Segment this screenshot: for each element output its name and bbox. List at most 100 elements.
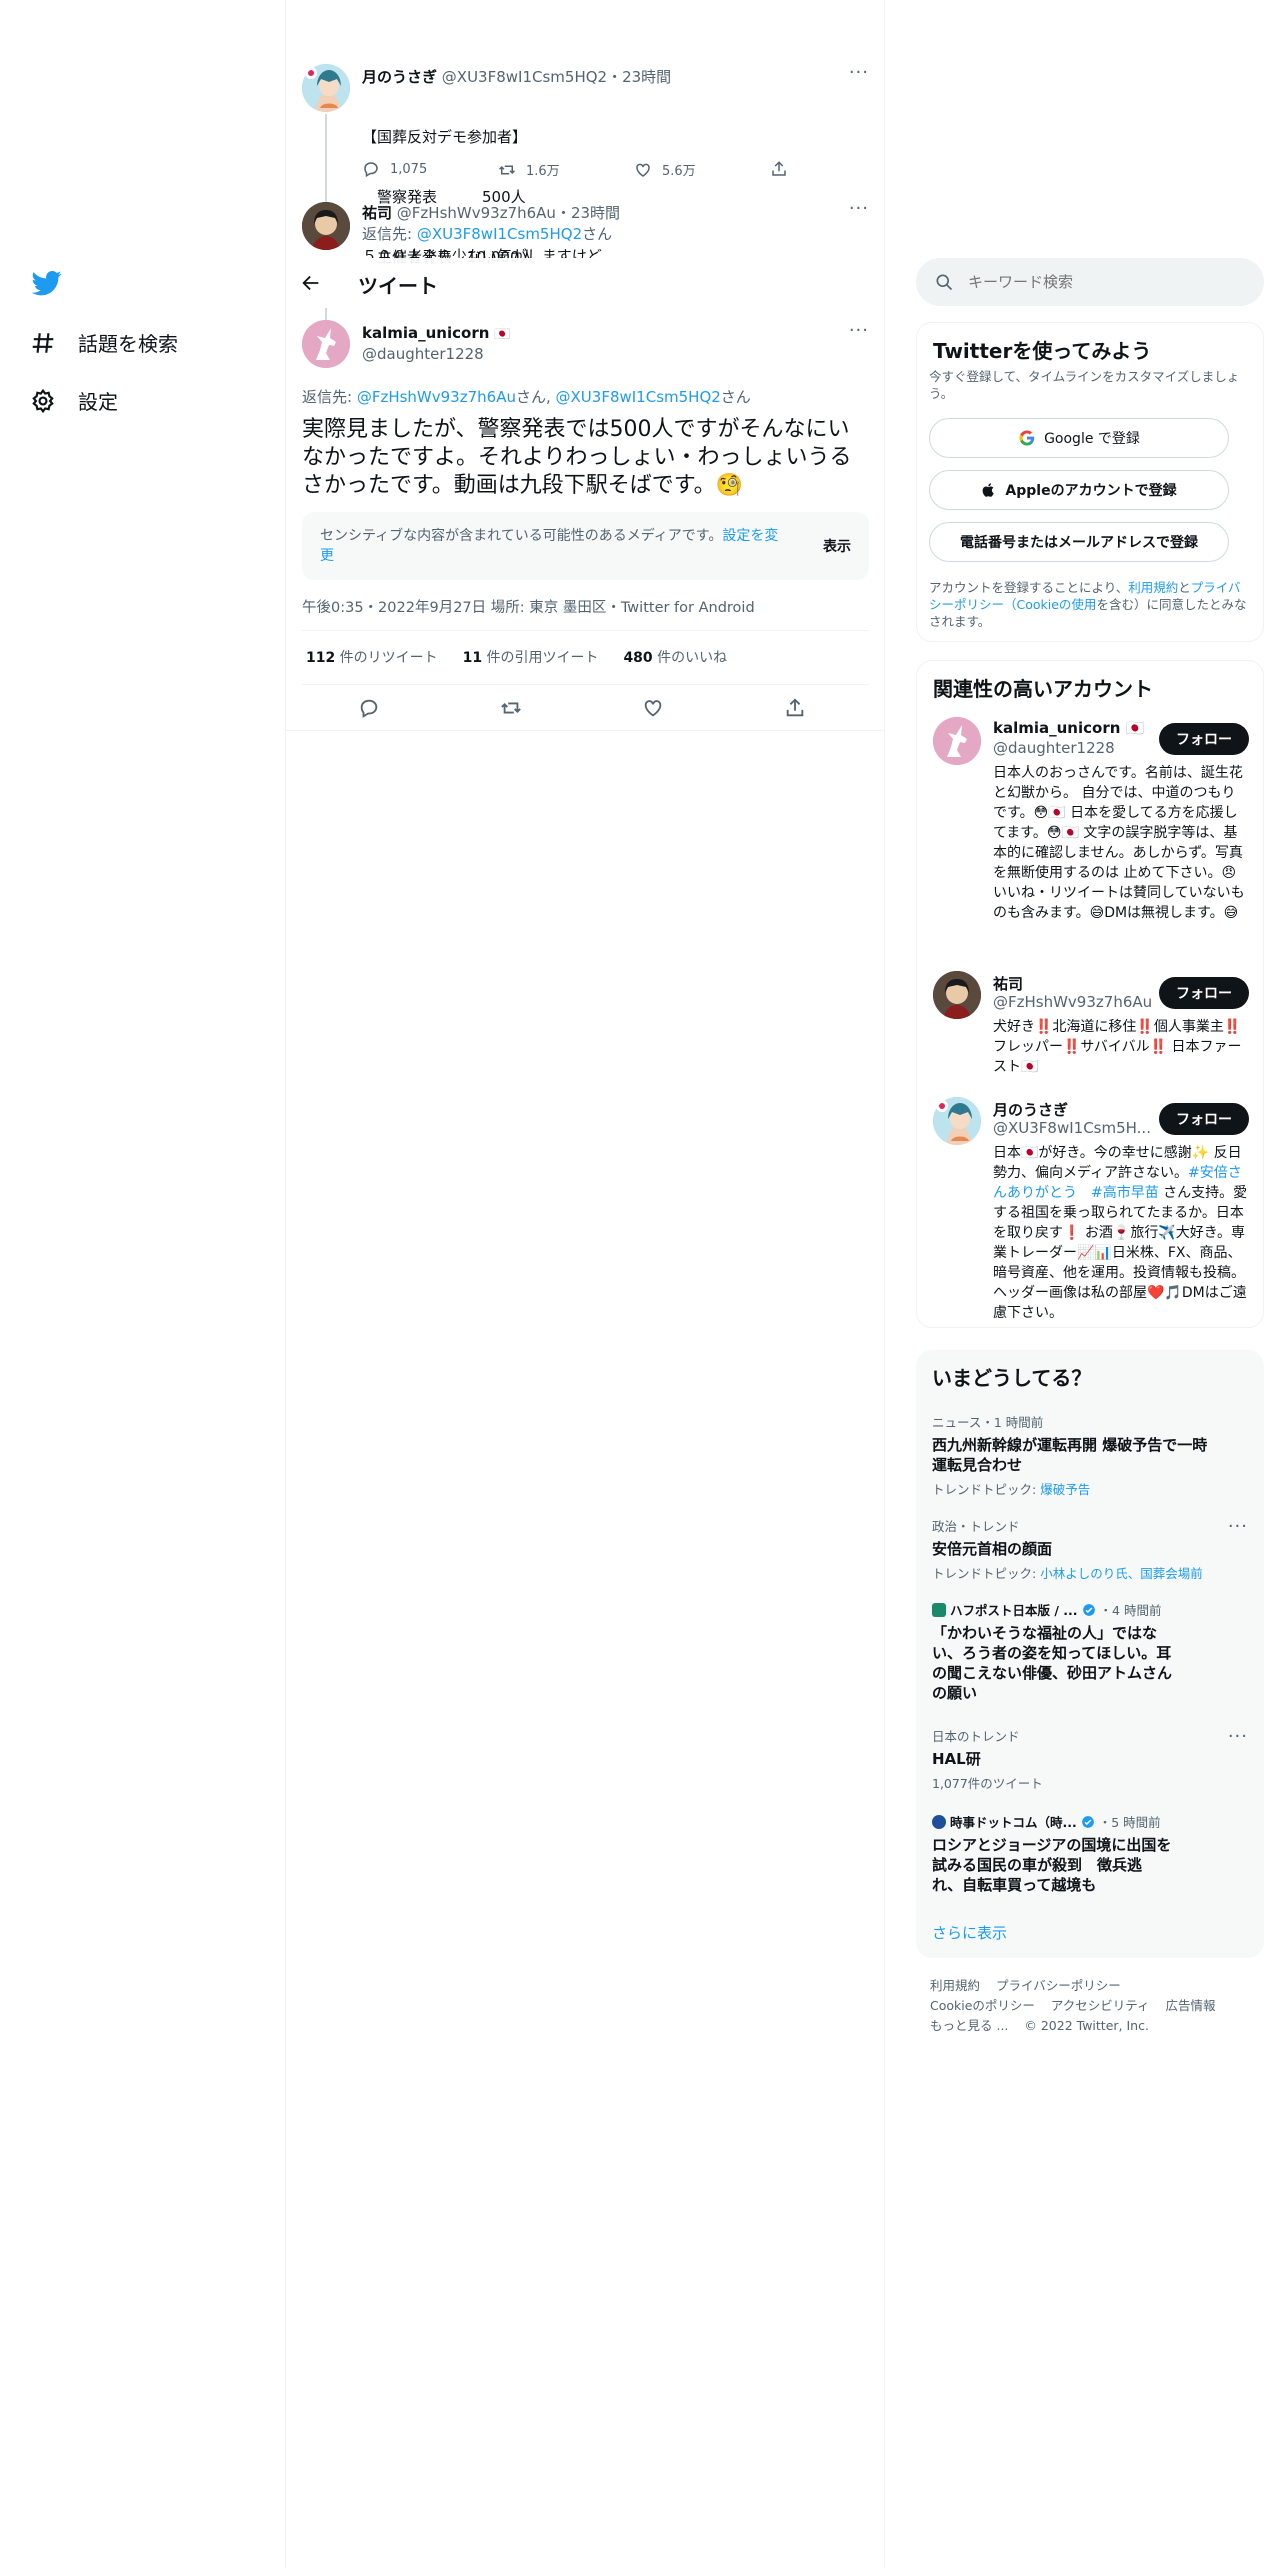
related-account[interactable]: kalmia_unicorn 🇯🇵 @daughter1228 フォロー 日本人… (917, 717, 1265, 947)
like-button[interactable]: 5.6万 (634, 160, 696, 179)
trend-meta: 日本のトレンド (932, 1729, 1020, 1744)
avatar[interactable] (933, 971, 981, 1019)
reply-to-link[interactable]: @XU3F8wI1Csm5HQ2 (556, 388, 721, 406)
trend-title: 「かわいそうな福祉の人」ではない、ろう者の姿を知ってほしい。耳の聞こえない俳優、… (932, 1624, 1173, 1702)
account-bio: 日本🇯🇵が好き。今の幸せに感謝✨ 反日勢力、偏向メディア許さない。#安倍さんあり… (993, 1145, 1248, 1321)
hashtag-icon (30, 330, 56, 356)
more-icon[interactable]: ··· (1228, 1516, 1248, 1537)
search-box[interactable] (916, 258, 1264, 306)
reply-icon[interactable] (358, 697, 380, 719)
author-handle[interactable]: @FzHshWv93z7h6Au (397, 204, 556, 222)
more-icon[interactable]: ··· (1228, 1726, 1248, 1747)
share-icon[interactable] (784, 697, 806, 719)
divider (302, 630, 869, 631)
show-more-link[interactable]: さらに表示 (932, 1922, 1007, 1943)
footer-more-link[interactable]: もっと見る ... (930, 2018, 1008, 2033)
trend-source: ハフポスト日本版 / ... (950, 1603, 1078, 1618)
tweet-meta[interactable]: 午後0:35・2022年9月27日 場所: 東京 墨田区・Twitter for… (302, 596, 755, 617)
trend-item[interactable]: ハフポスト日本版 / ... ・4 時間前 「かわいそうな福祉の人」ではない、ろ… (932, 1600, 1212, 1703)
account-name[interactable]: 月のうさぎ (993, 1099, 1068, 1120)
apple-signup-label: Appleのアカウントで登録 (1005, 483, 1177, 499)
author-handle[interactable]: @XU3F8wI1Csm5HQ2 (442, 68, 607, 86)
avatar[interactable] (302, 202, 350, 250)
apple-signup-button[interactable]: Appleのアカウントで登録 (929, 470, 1229, 510)
more-icon[interactable]: ··· (849, 320, 869, 341)
phone-email-signup-button[interactable]: 電話番号またはメールアドレスで登録 (929, 522, 1229, 562)
trend-item[interactable]: 時事ドットコム（時... ・5 時間前 ロシアとジョージアの国境に出国を試みる国… (932, 1812, 1212, 1895)
trend-topic-link[interactable]: 爆破予告 (1040, 1482, 1090, 1497)
trend-meta: ニュース・1 時間前 (932, 1415, 1044, 1430)
tweet-time[interactable]: 23時間 (571, 204, 620, 222)
follow-button[interactable]: フォロー (1159, 1103, 1249, 1135)
author-name[interactable]: 祐司 (362, 204, 392, 222)
parent-tweet[interactable]: 月のうさぎ @XU3F8wI1Csm5HQ2・23時間 ··· 【国葬反対デモ参… (302, 62, 869, 266)
parent-tweet[interactable]: 祐司 @FzHshWv93z7h6Au・23時間 ··· 返信先: @XU3F8… (302, 200, 869, 258)
author-name[interactable]: 月のうさぎ (362, 68, 437, 86)
footer-terms-link[interactable]: 利用規約 (930, 1978, 980, 1993)
trend-item[interactable]: ニュース・1 時間前 西九州新幹線が運転再開 爆破予告で一時運転見合わせ トレン… (932, 1412, 1212, 1498)
trend-count: 1,077件のツイート (932, 1776, 1043, 1791)
author-name-row[interactable]: kalmia_unicorn 🇯🇵 (362, 324, 510, 342)
signup-subtitle: 今すぐ登録して、タイムラインをカスタマイズしましょう。 (929, 369, 1240, 401)
search-input[interactable] (968, 268, 1238, 296)
reply-button[interactable]: 1,075 (362, 160, 427, 178)
avatar[interactable] (933, 1097, 981, 1145)
footer-accessibility-link[interactable]: アクセシビリティ (1051, 1998, 1150, 2013)
account-handle[interactable]: @XU3F8wI1Csm5H... (993, 1119, 1151, 1137)
hashtag-link[interactable]: #高市早苗 (1091, 1185, 1159, 1201)
footer: 利用規約 プライバシーポリシー Cookieのポリシー アクセシビリティ 広告情… (930, 1976, 1260, 2036)
google-signup-button[interactable]: Google で登録 (929, 418, 1229, 458)
retweet-button[interactable]: 1.6万 (498, 160, 560, 179)
footer-cookie-link[interactable]: Cookieのポリシー (930, 1998, 1035, 2013)
author-handle[interactable]: @daughter1228 (362, 345, 484, 363)
twitter-logo-icon[interactable] (32, 268, 62, 298)
avatar[interactable] (933, 717, 981, 765)
reply-to-link[interactable]: @FzHshWv93z7h6Au (357, 388, 516, 406)
thread-line (325, 308, 327, 320)
related-account[interactable]: 月のうさぎ @XU3F8wI1Csm5H... フォロー 日本🇯🇵が好き。今の幸… (917, 1097, 1265, 1323)
verified-icon (1081, 1815, 1095, 1829)
reply-to-link[interactable]: @XU3F8wI1Csm5HQ2 (417, 225, 582, 243)
like-icon[interactable] (642, 697, 664, 719)
terms-link[interactable]: 利用規約 (1128, 580, 1178, 595)
nav-settings-label: 設定 (78, 390, 118, 414)
like-icon (634, 161, 652, 179)
tweet-stats: 112 件のリツイート 11 件の引用ツイート 480 件のいいね (306, 647, 727, 667)
trend-item[interactable]: 日本のトレンド HAL研 1,077件のツイート (932, 1726, 1212, 1792)
trend-title: 安倍元首相の顔面 (932, 1540, 1053, 1558)
sensitive-media-warning: センシティブな内容が含まれている可能性のあるメディアです。設定を変更 表示 (302, 512, 869, 580)
page-title: ツイート (358, 274, 438, 298)
avatar[interactable] (302, 64, 350, 112)
account-handle[interactable]: @FzHshWv93z7h6Au (993, 993, 1152, 1011)
related-account[interactable]: 祐司 @FzHshWv93z7h6Au フォロー 犬好き‼️北海道に移住‼️個人… (917, 971, 1265, 1075)
author-name[interactable]: kalmia_unicorn (362, 324, 489, 342)
account-name[interactable]: kalmia_unicorn 🇯🇵 (993, 719, 1144, 737)
retweet-stat[interactable]: 112 件のリツイート (306, 650, 438, 666)
trend-topic-link[interactable]: 小林よしのり氏、国葬会場前 (1040, 1566, 1203, 1581)
nav-settings[interactable]: 設定 (30, 386, 118, 415)
retweet-icon (498, 161, 516, 179)
footer-privacy-link[interactable]: プライバシーポリシー (996, 1978, 1121, 1993)
follow-button[interactable]: フォロー (1159, 977, 1249, 1009)
avatar[interactable] (302, 320, 350, 368)
nav-explore[interactable]: 話題を検索 (30, 328, 178, 357)
account-handle[interactable]: @daughter1228 (993, 739, 1115, 757)
more-icon[interactable]: ··· (849, 62, 869, 83)
share-button[interactable] (770, 160, 788, 178)
like-stat[interactable]: 480 件のいいね (623, 650, 727, 666)
trend-item[interactable]: 政治・トレンド 安倍元首相の顔面 トレンドトピック: 小林よしのり氏、国葬会場前 (932, 1516, 1212, 1582)
trend-time: ・4 時間前 (1099, 1603, 1162, 1618)
footer-ads-link[interactable]: 広告情報 (1166, 1998, 1216, 2013)
show-media-button[interactable]: 表示 (823, 536, 851, 556)
quote-stat[interactable]: 11 件の引用ツイート (463, 650, 599, 666)
sensitive-text: センシティブな内容が含まれている可能性のあるメディアです。 (320, 528, 723, 544)
more-icon[interactable]: ··· (849, 200, 869, 219)
back-arrow-icon[interactable] (300, 272, 322, 294)
main-column: 月のうさぎ @XU3F8wI1Csm5HQ2・23時間 ··· 【国葬反対デモ参… (286, 0, 885, 2568)
retweet-icon[interactable] (500, 697, 522, 719)
follow-button[interactable]: フォロー (1159, 723, 1249, 755)
account-name[interactable]: 祐司 (993, 973, 1023, 994)
tweet-actions: 1,075 1.6万 5.6万 (362, 158, 842, 182)
tweet-time[interactable]: 23時間 (622, 68, 671, 86)
trend-title: HAL研 (932, 1750, 981, 1768)
